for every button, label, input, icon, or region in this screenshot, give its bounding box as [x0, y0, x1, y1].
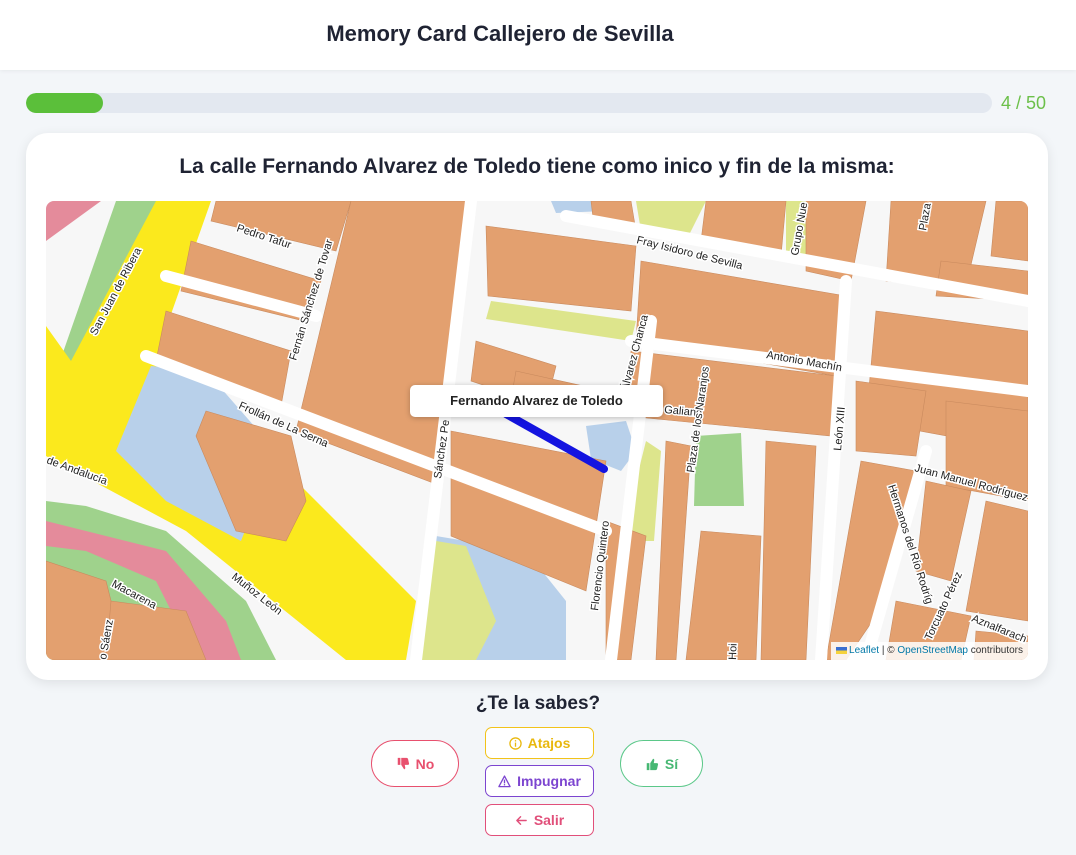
- question-text: La calle Fernando Alvarez de Toledo tien…: [179, 155, 895, 178]
- progress-bar: [26, 93, 992, 113]
- atajos-button[interactable]: Atajos: [485, 727, 594, 759]
- si-label: Sí: [664, 755, 679, 772]
- app-title: Memory Card Callejero de Sevilla: [326, 21, 674, 46]
- no-label: No: [415, 755, 435, 772]
- street-tooltip: Fernando Alvarez de Toledo: [410, 385, 663, 417]
- ukraine-flag-icon: [836, 646, 848, 654]
- thumbs-up-icon: [645, 757, 659, 771]
- impugnar-label: Impugnar: [517, 773, 581, 789]
- impugnar-button[interactable]: Impugnar: [485, 765, 594, 797]
- map-attribution: Leaflet | © OpenStreetMap contributors: [831, 642, 1028, 660]
- question-card: La calle Fernando Alvarez de Toledo tien…: [26, 133, 1048, 680]
- thumbs-down-icon: [396, 757, 410, 771]
- osm-link[interactable]: OpenStreetMap: [897, 645, 968, 656]
- info-circle-icon: [508, 736, 522, 750]
- attribution-contributors: contributors: [967, 645, 1023, 656]
- salir-button[interactable]: Salir: [485, 804, 594, 836]
- no-button[interactable]: No: [371, 740, 459, 787]
- attribution-separator: | ©: [879, 645, 898, 656]
- arrow-left-icon: [515, 814, 528, 827]
- si-button[interactable]: Sí: [620, 740, 703, 787]
- street-map[interactable]: Pedro Tafur San Juan de Ribera Fernán Sá…: [46, 201, 1028, 660]
- top-bar: Memory Card Callejero de Sevilla: [0, 0, 1076, 70]
- salir-label: Salir: [533, 812, 565, 828]
- progress-fill: [26, 93, 104, 113]
- map-tiles: Pedro Tafur San Juan de Ribera Fernán Sá…: [46, 201, 1028, 660]
- atajos-label: Atajos: [527, 735, 571, 751]
- warning-triangle-icon: [498, 774, 511, 788]
- label-hoi: Hoi: [727, 643, 740, 660]
- know-it-prompt: ¿Te la sabes?: [475, 693, 601, 714]
- progress-counter: 4 / 50: [1000, 93, 1046, 113]
- leaflet-link[interactable]: Leaflet: [849, 645, 879, 656]
